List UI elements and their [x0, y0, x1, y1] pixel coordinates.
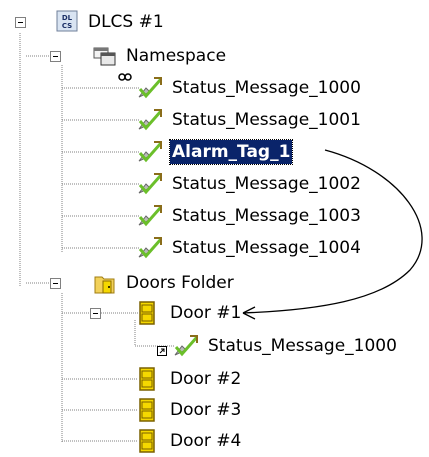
- tag-icon: [138, 141, 163, 163]
- folder-door-icon: [94, 276, 115, 294]
- tree-item-label-selected: Alarm_Tag_1: [168, 139, 294, 165]
- tree-node-door-3[interactable]: Door #3: [0, 394, 300, 426]
- tree-node-door-4[interactable]: Door #4: [0, 425, 300, 457]
- collapse-toggle[interactable]: [15, 17, 26, 28]
- tree-node-label: Namespace: [126, 46, 227, 66]
- tree-node-label: Door #3: [170, 400, 242, 420]
- tree-item-status-message-1004[interactable]: Status_Message_1004: [0, 232, 400, 264]
- tree-item-status-message-1002[interactable]: Status_Message_1002: [0, 168, 400, 200]
- tree-node-dlcs[interactable]: DL CS DLCS #1: [0, 6, 300, 38]
- shortcut-icon: [157, 346, 167, 356]
- collapse-toggle[interactable]: [50, 51, 61, 62]
- tag-icon: [138, 205, 163, 227]
- collapse-toggle[interactable]: [90, 308, 101, 319]
- dlcs-icon: DL CS: [56, 10, 78, 32]
- link-icon: [118, 73, 132, 81]
- svg-text:DL: DL: [62, 14, 73, 22]
- tree-node-door-1[interactable]: Door #1: [0, 297, 300, 329]
- tree-node-label: Doors Folder: [126, 273, 234, 293]
- tree-item-label: Status_Message_1001: [172, 110, 361, 130]
- tree-item-status-message-1000-shortcut[interactable]: Status_Message_1000: [0, 330, 429, 362]
- tree-node-label: Door #4: [170, 431, 242, 451]
- door-icon: [139, 398, 155, 422]
- tag-icon: [138, 237, 163, 259]
- tree-node-doors-folder[interactable]: Doors Folder: [0, 267, 300, 299]
- tree-node-door-2[interactable]: Door #2: [0, 363, 300, 395]
- tree-node-namespace[interactable]: Namespace: [0, 40, 300, 72]
- tag-icon: [138, 109, 163, 131]
- tree-node-label: DLCS #1: [88, 12, 164, 32]
- tag-icon: [174, 335, 199, 357]
- tree-item-label: Status_Message_1000: [208, 336, 397, 356]
- door-icon: [139, 367, 155, 391]
- tag-icon: [138, 173, 163, 195]
- tree-item-label: Status_Message_1002: [172, 174, 361, 194]
- tree-item-status-message-1000[interactable]: Status_Message_1000: [0, 72, 400, 104]
- tree-node-label: Door #1: [170, 303, 242, 323]
- collapse-toggle[interactable]: [50, 278, 61, 289]
- tree-node-label: Door #2: [170, 369, 242, 389]
- namespace-icon: [93, 47, 116, 66]
- tree-item-status-message-1003[interactable]: Status_Message_1003: [0, 200, 400, 232]
- tree-view[interactable]: DL CS DLCS #1 Namespace Status_Message_1…: [0, 0, 429, 453]
- tree-item-label: Status_Message_1004: [172, 238, 361, 258]
- door-icon: [139, 429, 155, 453]
- tree-item-label: Status_Message_1000: [172, 78, 361, 98]
- tag-icon: [138, 77, 163, 99]
- tree-item-status-message-1001[interactable]: Status_Message_1001: [0, 104, 400, 136]
- door-icon: [139, 301, 155, 325]
- tree-item-label: Status_Message_1003: [172, 206, 361, 226]
- tree-item-alarm-tag-1[interactable]: Alarm_Tag_1: [0, 136, 400, 168]
- svg-text:CS: CS: [62, 22, 72, 30]
